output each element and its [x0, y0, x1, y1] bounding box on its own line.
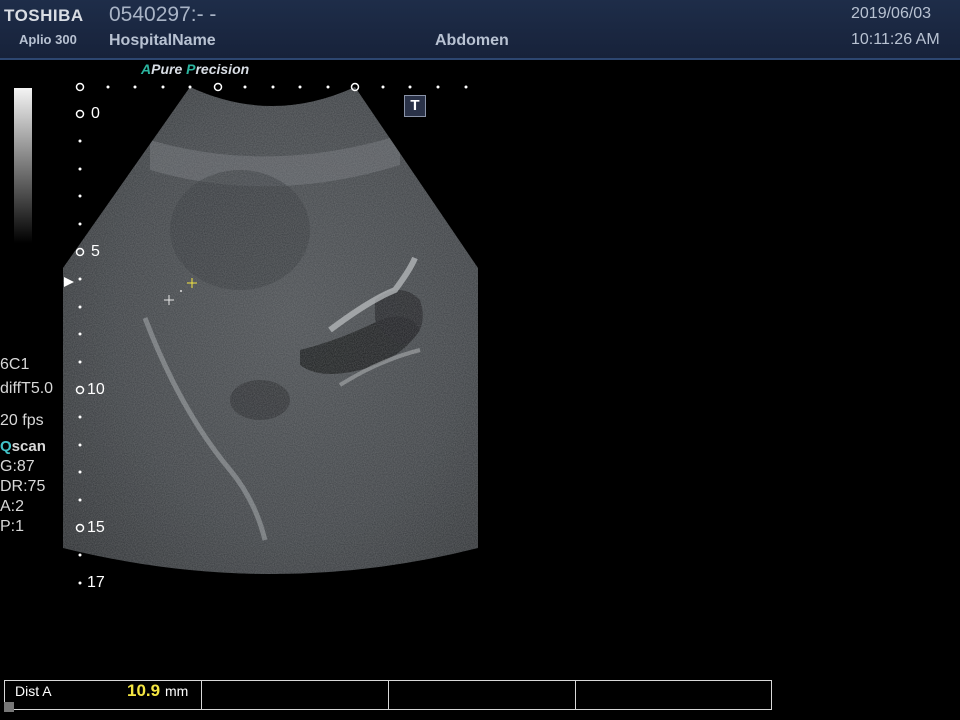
qscan-label: Qscan — [0, 438, 46, 455]
frame-rate: 20 fps — [0, 412, 44, 429]
hospital-name: HospitalName — [109, 32, 216, 49]
p-value: P:1 — [0, 518, 25, 535]
caliper-end-icon — [187, 278, 197, 288]
brand-logo: TOSHIBA — [4, 6, 84, 25]
system-model: Aplio 300 — [19, 32, 77, 47]
exam-type: Abdomen — [435, 32, 509, 49]
measurement-table — [4, 680, 772, 710]
probe-orientation-marker: T — [404, 95, 426, 117]
grayscale-bar — [14, 88, 32, 243]
a-value: A:2 — [0, 498, 25, 515]
measurement-cell-empty — [576, 681, 771, 709]
focus-marker-icon — [64, 277, 74, 287]
ultrasound-image — [63, 82, 478, 585]
measurement-unit: mm — [165, 683, 189, 699]
measurement-value: 10.9 — [127, 681, 161, 700]
depth-label-17: 17 — [87, 574, 105, 591]
measurement-cell-empty — [389, 681, 577, 709]
probe-type: 6C1 — [0, 356, 30, 373]
imaging-mode: diffT5.0 — [0, 380, 54, 397]
exam-time: 10:11:26 AM — [851, 31, 940, 48]
depth-label-0: 0 — [91, 105, 100, 122]
tagline: APure Precision — [141, 61, 250, 77]
gain-value: G:87 — [0, 458, 35, 475]
patient-id: 0540297:- - — [109, 3, 217, 26]
measurement-label: Dist A — [15, 683, 52, 699]
caliper-start-icon — [164, 295, 174, 305]
depth-label-5: 5 — [91, 243, 100, 260]
dynamic-range-value: DR:75 — [0, 478, 46, 495]
lateral-scale — [75, 82, 468, 92]
measurement-cell-empty — [202, 681, 389, 709]
header-bar: TOSHIBA Aplio 300 0540297:- - HospitalNa… — [0, 0, 960, 60]
depth-scale — [75, 109, 85, 585]
corner-indicator — [4, 702, 14, 712]
exam-date: 2019/06/03 — [851, 5, 932, 22]
depth-label-15: 15 — [87, 519, 105, 536]
depth-label-10: 10 — [87, 381, 105, 398]
